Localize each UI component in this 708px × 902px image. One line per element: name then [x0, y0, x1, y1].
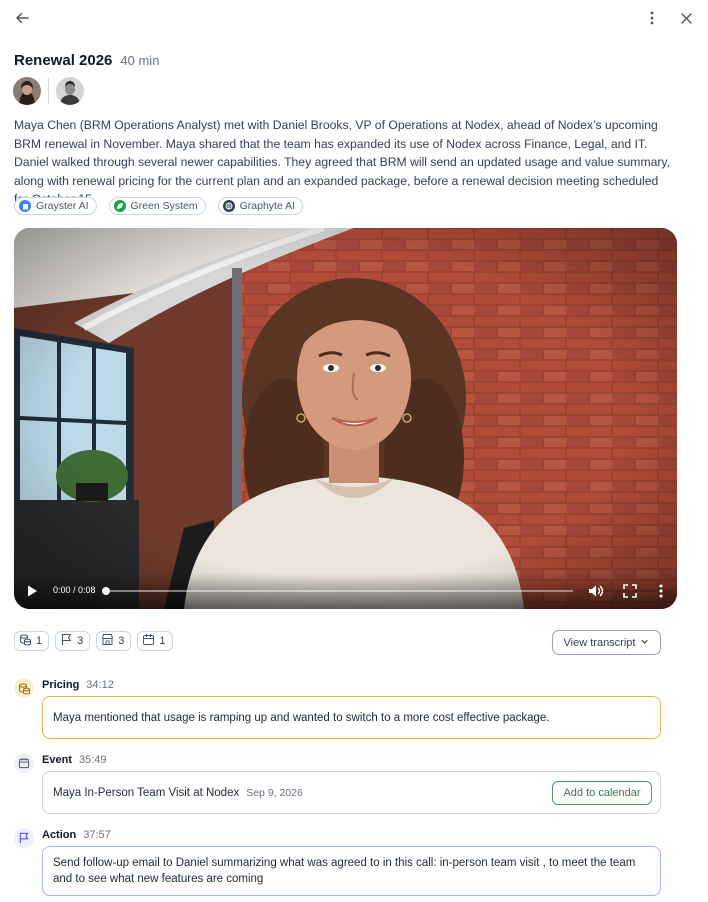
avatar-divider — [48, 78, 49, 104]
chip-graphyte-ai[interactable]: Graphyte AI — [217, 197, 304, 215]
more-vertical-icon[interactable] — [640, 6, 664, 30]
building-icon — [19, 200, 31, 212]
action-label: Action — [42, 829, 77, 841]
video-progress-knob[interactable] — [102, 587, 110, 595]
top-bar — [0, 0, 708, 36]
chip-label: Graphyte AI — [239, 200, 296, 212]
event-card[interactable]: Maya In-Person Team Visit at Nodex Sep 9… — [42, 771, 661, 814]
pricing-header: Pricing 34:12 — [42, 679, 114, 691]
chip-grayster-ai[interactable]: Grayster AI — [14, 197, 97, 215]
flag-icon — [60, 633, 73, 649]
video-controls: 0:00 / 0:08 — [14, 573, 677, 609]
leaf-icon — [113, 200, 126, 212]
globe-icon — [222, 200, 235, 212]
view-transcript-label: View transcript — [563, 636, 636, 649]
counter-value: 1 — [36, 635, 43, 647]
store-icon — [101, 633, 114, 649]
counter-value: 3 — [118, 635, 125, 647]
event-date: Sep 9, 2026 — [246, 786, 303, 799]
counter-actions[interactable]: 3 — [55, 631, 91, 651]
fullscreen-icon[interactable] — [621, 582, 639, 600]
meeting-title: Renewal 2026 — [14, 52, 113, 69]
avatar[interactable] — [13, 77, 41, 105]
back-arrow-icon[interactable] — [10, 6, 34, 30]
event-timestamp[interactable]: 35:49 — [79, 754, 107, 766]
insight-counters: 1 3 3 1 — [14, 631, 173, 651]
volume-icon[interactable] — [587, 582, 605, 600]
meeting-duration: 40 min — [120, 53, 160, 68]
company-chips: Grayster AI Green System Graphyte AI — [14, 197, 304, 215]
action-timestamp[interactable]: 37:57 — [83, 829, 111, 841]
action-card[interactable]: Send follow-up email to Daniel summarizi… — [42, 846, 661, 896]
calendar-icon — [14, 753, 34, 773]
counter-pricing[interactable]: 1 — [14, 631, 50, 651]
chevron-down-icon — [640, 637, 649, 649]
pricing-text: Maya mentioned that usage is ramping up … — [53, 711, 550, 724]
video-frame — [14, 228, 677, 609]
event-header: Event 35:49 — [42, 754, 107, 766]
coins-icon — [14, 678, 34, 698]
participants — [13, 77, 84, 105]
chip-green-system[interactable]: Green System — [108, 197, 206, 215]
video-progress-bar[interactable] — [102, 587, 573, 595]
video-more-icon[interactable] — [652, 582, 670, 600]
action-text: Send follow-up email to Daniel summarizi… — [53, 857, 636, 885]
calendar-icon — [142, 633, 155, 649]
counter-value: 1 — [159, 635, 166, 647]
pricing-label: Pricing — [42, 679, 80, 691]
pricing-card[interactable]: Maya mentioned that usage is ramping up … — [42, 696, 661, 739]
chip-label: Green System — [130, 200, 198, 212]
counter-value: 3 — [77, 635, 84, 647]
counter-events[interactable]: 1 — [137, 631, 173, 651]
coins-icon — [19, 633, 32, 649]
chip-label: Grayster AI — [36, 200, 89, 212]
play-icon[interactable] — [24, 583, 40, 599]
title-row: Renewal 2026 40 min — [14, 52, 159, 69]
action-header: Action 37:57 — [42, 829, 111, 841]
avatar[interactable] — [56, 77, 84, 105]
event-label: Event — [42, 754, 72, 766]
meeting-summary: Maya Chen (BRM Operations Analyst) met w… — [14, 118, 671, 206]
video-player[interactable]: 0:00 / 0:08 — [14, 228, 677, 609]
counter-companies[interactable]: 3 — [96, 631, 132, 651]
close-icon[interactable] — [674, 6, 698, 30]
flag-icon — [14, 828, 34, 848]
event-title: Maya In-Person Team Visit at Nodex — [53, 786, 240, 799]
video-time: 0:00 / 0:08 — [53, 585, 96, 595]
view-transcript-button[interactable]: View transcript — [552, 630, 661, 655]
add-to-calendar-button[interactable]: Add to calendar — [552, 781, 652, 805]
pricing-timestamp[interactable]: 34:12 — [86, 679, 114, 691]
